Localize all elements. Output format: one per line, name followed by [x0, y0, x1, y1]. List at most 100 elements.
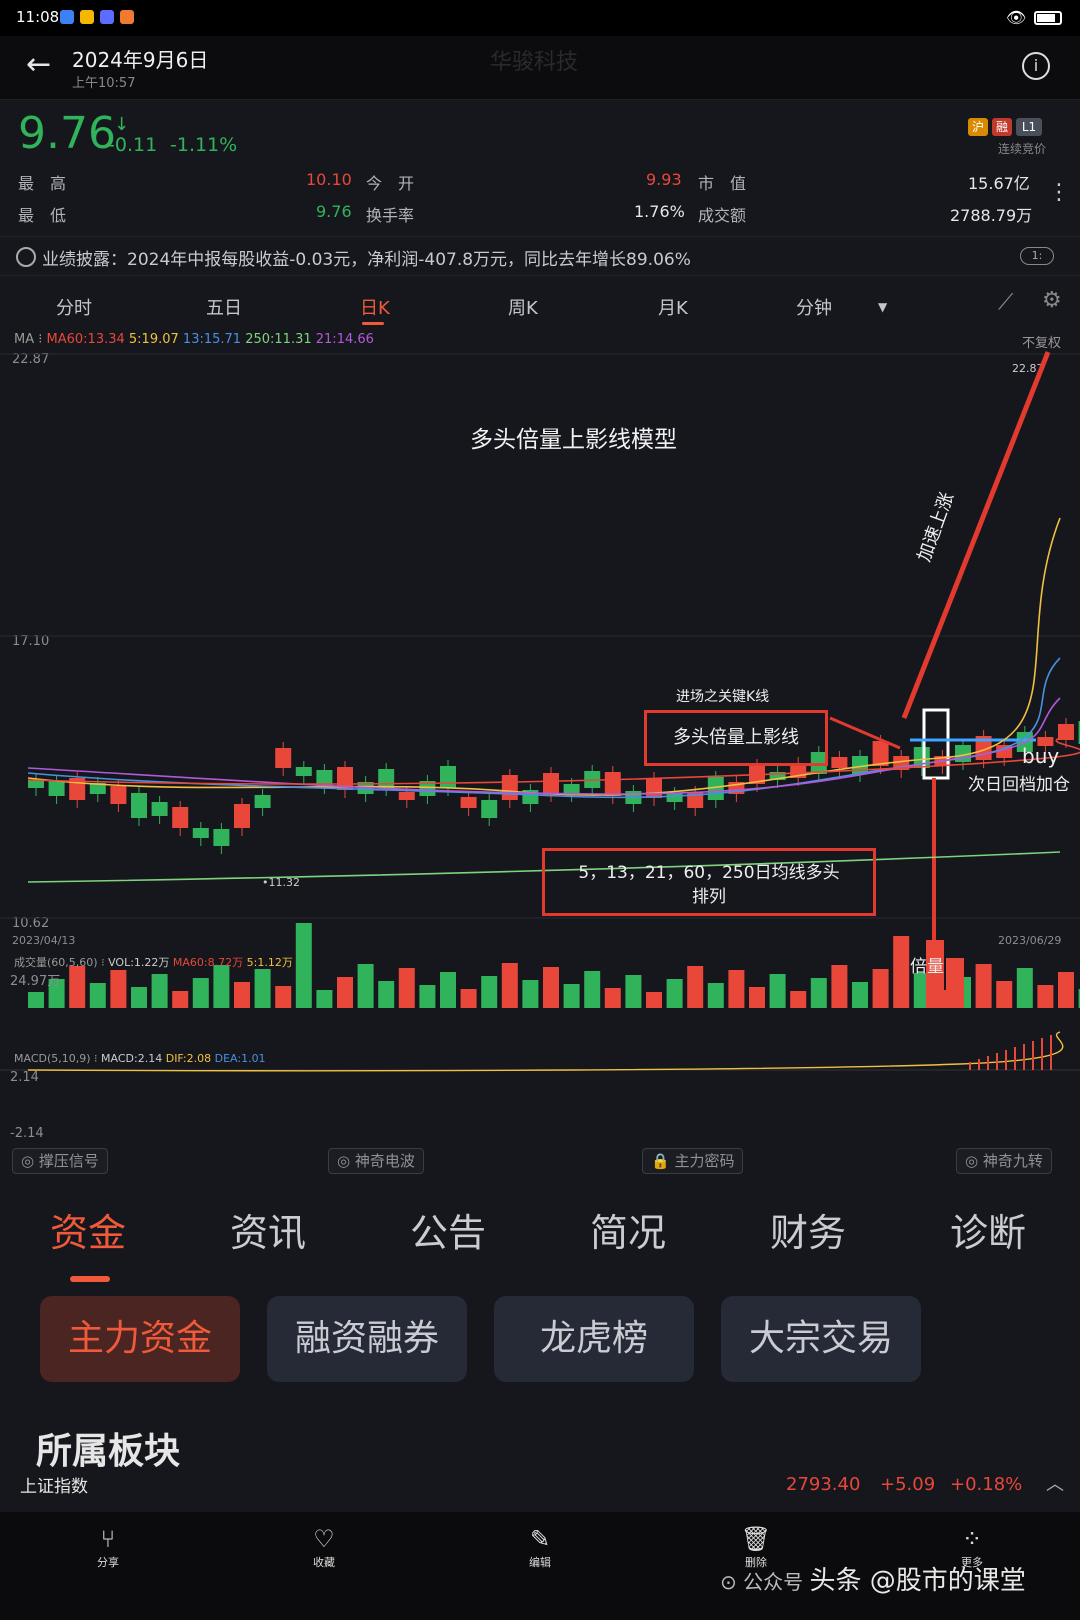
volume-bar: [316, 990, 333, 1008]
margin-trading-button[interactable]: 融资融券: [267, 1296, 467, 1382]
tab-intraday[interactable]: 分时: [56, 294, 92, 320]
candle-body: [275, 748, 292, 768]
candle-body: [172, 807, 189, 828]
tab-weekly-k[interactable]: 周K: [508, 294, 538, 320]
nav-edit[interactable]: ✎ 编辑: [500, 1524, 580, 1570]
volume-bar: [872, 969, 889, 1008]
tab-monthly-k[interactable]: 月K: [658, 294, 688, 320]
volume-bar: [440, 972, 456, 1008]
index-value: 2793.40: [786, 1474, 861, 1495]
ma-item: 250:11.31: [245, 332, 312, 347]
volume-bar: [584, 971, 601, 1008]
level-badge[interactable]: L1: [1016, 118, 1042, 136]
trash-icon: 🗑: [740, 1525, 772, 1553]
notice-pager: 1:: [1020, 247, 1054, 265]
ma5-line: [27, 517, 1061, 796]
battery-icon: [1034, 11, 1062, 25]
tab-profile[interactable]: 简况: [590, 1202, 666, 1257]
volume-bar: [69, 966, 86, 1008]
app-notification-icon: [120, 10, 134, 24]
index-change: +5.09: [880, 1474, 936, 1495]
volume-bar: [790, 991, 807, 1008]
volume-bar: [151, 974, 168, 1008]
ma-item: 13:15.71: [182, 332, 242, 347]
candle-body: [378, 769, 395, 788]
update-time: 上午10:57: [72, 76, 136, 91]
price-change-pct: -1.11%: [170, 134, 238, 156]
tab-five-day[interactable]: 五日: [206, 294, 242, 320]
volume-bar: [460, 989, 477, 1008]
settings-icon[interactable]: ⚙: [1042, 288, 1062, 313]
candle-body: [481, 800, 498, 818]
app-notification-icon: [80, 10, 94, 24]
ma-item: 5:19.07: [128, 332, 179, 347]
page-title: 2024年9月6日: [72, 48, 209, 72]
candle-body: [501, 775, 518, 800]
watermark: ⊙ 公众号 头条 @股市的课堂: [720, 1566, 1026, 1596]
signal-wave[interactable]: ◎ 神奇电波: [328, 1148, 424, 1174]
volume-bar: [810, 978, 827, 1008]
macd-legend: MACD(5,10,9) ⁝ MACD:2.14 DIF:2.08 DEA:1.…: [14, 1052, 266, 1065]
section-title: 所属板块: [36, 1431, 181, 1472]
tab-announcements[interactable]: 公告: [410, 1202, 486, 1257]
ma-prefix: MA: [14, 332, 35, 347]
box-pointer: [829, 716, 901, 750]
dragon-tiger-button[interactable]: 龙虎榜: [494, 1296, 694, 1382]
annotation-double-volume: 倍量: [910, 957, 944, 977]
candle-body: [440, 766, 456, 788]
volume-bar: [131, 987, 147, 1008]
active-tab-indicator: [70, 1276, 110, 1282]
chart-style-icon[interactable]: ⟋: [998, 290, 1013, 315]
back-icon[interactable]: ←: [26, 50, 51, 80]
volume-bar: [254, 969, 271, 1008]
price-change: -0.11: [108, 134, 158, 156]
volume-bar: [831, 965, 848, 1008]
signal-nine-turn[interactable]: ◎ 神奇九转: [956, 1148, 1052, 1174]
volume-bar: [89, 983, 106, 1008]
kline-chart[interactable]: [0, 348, 1080, 1148]
tab-news[interactable]: 资讯: [230, 1202, 306, 1257]
candle-body: [213, 829, 230, 846]
chevron-down-icon[interactable]: ▼: [878, 300, 887, 314]
volume-bar: [295, 923, 312, 1008]
volume-bar: [996, 981, 1013, 1008]
candle-body: [28, 780, 44, 788]
tab-daily-k[interactable]: 日K: [360, 294, 390, 320]
volume-bar: [172, 991, 189, 1008]
volume-bar: [687, 966, 704, 1008]
volume-bar: [707, 983, 724, 1008]
volume-bar: [28, 992, 44, 1008]
index-pct: +0.18%: [950, 1474, 1023, 1495]
ma-item: MA60:13.34: [46, 332, 125, 347]
volume-bar: [1058, 972, 1074, 1008]
tab-funds[interactable]: 资金: [50, 1202, 126, 1257]
tab-finance[interactable]: 财务: [770, 1202, 846, 1257]
stat-value: 1.76%: [634, 202, 685, 221]
block-trade-button[interactable]: 大宗交易: [721, 1296, 921, 1382]
candle-body: [151, 802, 168, 816]
stat-value: 2788.79万: [950, 206, 1033, 225]
candle-body: [543, 773, 559, 794]
tab-diagnosis[interactable]: 诊断: [950, 1202, 1026, 1257]
kebab-menu-icon[interactable]: ⋮: [1048, 180, 1070, 205]
volume-bar: [481, 976, 498, 1008]
chevron-up-icon[interactable]: ︿: [1046, 1470, 1064, 1496]
nav-favorite[interactable]: ♡ 收藏: [284, 1524, 364, 1570]
info-icon[interactable]: i: [1022, 52, 1050, 80]
candle-body: [666, 793, 683, 802]
annotation-title: 多头倍量上影线模型: [470, 427, 677, 453]
annotation-buy: buy: [1022, 744, 1060, 768]
volume-bar: [749, 987, 765, 1008]
volume-bar: [275, 986, 292, 1008]
signal-support-resistance[interactable]: ◎ 撑压信号: [12, 1148, 108, 1174]
tab-minute[interactable]: 分钟: [796, 294, 832, 320]
app-notification-icon: [60, 10, 74, 24]
earnings-notice[interactable]: 业绩披露：2024年中报每股收益-0.03元，净利润-407.8万元，同比去年增…: [0, 236, 1080, 276]
nav-share[interactable]: ⑂ 分享: [68, 1524, 148, 1570]
stat-label: 今 开: [366, 174, 415, 193]
signal-main-code[interactable]: 🔒 主力密码: [642, 1148, 744, 1174]
stat-value: 9.76: [316, 202, 352, 221]
main-funds-button[interactable]: 主力资金: [40, 1296, 240, 1382]
volume-bar: [213, 965, 230, 1008]
candle-body: [872, 741, 889, 766]
